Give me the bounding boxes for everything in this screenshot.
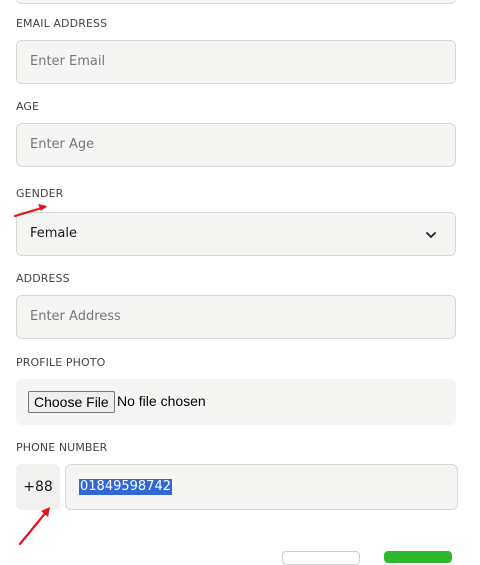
gender-selected-value: Female [30, 226, 78, 241]
phone-field[interactable]: 01849598742 [65, 464, 458, 510]
email-field[interactable]: Enter Email [16, 40, 456, 84]
chevron-down-icon [426, 232, 436, 238]
age-placeholder: Enter Age [30, 137, 95, 152]
choose-file-button[interactable]: Choose File [28, 391, 115, 413]
email-placeholder: Enter Email [30, 54, 106, 69]
profile-photo-input: Choose File No file chosen [16, 379, 456, 425]
annotation-arrow-gender [13, 204, 47, 218]
phone-label: PHONE NUMBER [16, 441, 108, 454]
bottom-submit-button[interactable] [384, 551, 452, 563]
annotation-arrow-phone [18, 507, 50, 546]
phone-country-prefix: +88 [16, 464, 60, 510]
address-label: ADDRESS [16, 272, 70, 285]
address-placeholder: Enter Address [30, 309, 121, 324]
profile-photo-label: PROFILE PHOTO [16, 356, 106, 369]
email-label: EMAIL ADDRESS [16, 17, 108, 30]
previous-field[interactable] [16, 0, 456, 4]
phone-prefix-text: +88 [23, 479, 53, 495]
age-field[interactable]: Enter Age [16, 123, 456, 167]
gender-select[interactable]: Female [16, 212, 456, 256]
address-field[interactable]: Enter Address [16, 295, 456, 339]
file-status-text: No file chosen [117, 393, 206, 409]
age-label: AGE [16, 100, 40, 113]
gender-label: GENDER [16, 187, 64, 200]
bottom-secondary-button[interactable] [282, 551, 360, 565]
phone-value-selected: 01849598742 [79, 479, 172, 495]
